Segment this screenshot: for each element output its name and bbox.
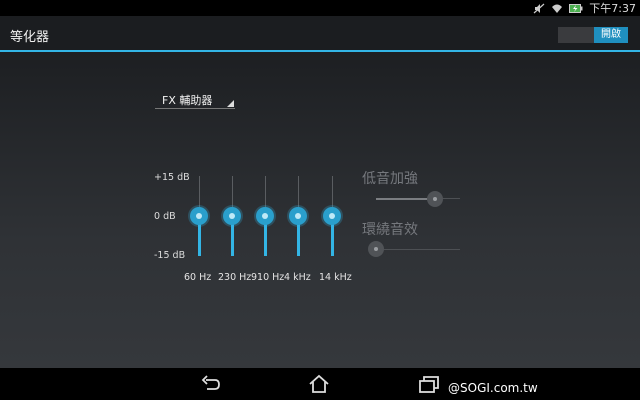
mute-icon [533, 3, 545, 13]
eq-band-label: 910 Hz [251, 272, 285, 283]
eq-band-label: 60 Hz [184, 272, 212, 283]
virtualizer-label: 環繞音效 [362, 222, 418, 238]
db-mid-label: 0 dB [154, 211, 176, 222]
eq-band-label: 14 kHz [319, 272, 352, 283]
dropdown-arrow-icon [227, 100, 234, 107]
eq-band-knob[interactable] [289, 207, 307, 225]
toggle-on-label: 開啟 [594, 27, 628, 43]
bass-boost-knob[interactable] [426, 191, 443, 207]
virtualizer-knob[interactable] [368, 241, 384, 257]
virtualizer-track [376, 249, 460, 250]
bass-boost-fill [376, 198, 435, 200]
db-max-label: +15 dB [154, 172, 190, 183]
equalizer-panel [0, 52, 640, 368]
preset-label: FX 輔助器 [162, 94, 213, 107]
action-bar: 等化器 開啟 [0, 16, 640, 52]
back-icon[interactable] [200, 374, 222, 394]
eq-band-knob[interactable] [323, 207, 341, 225]
clock: 下午7:37 [589, 2, 636, 15]
battery-charging-icon [569, 3, 583, 13]
equalizer-toggle[interactable]: 開啟 [558, 27, 628, 43]
wifi-icon [552, 4, 563, 13]
app-title: 等化器 [10, 30, 50, 45]
bass-boost-label: 低音加強 [362, 171, 418, 187]
eq-band-knob[interactable] [223, 207, 241, 225]
watermark: @SOGI.com.tw [448, 381, 538, 395]
preset-dropdown[interactable]: FX 輔助器 [155, 90, 235, 109]
eq-band-knob[interactable] [190, 207, 208, 225]
eq-band-knob[interactable] [256, 207, 274, 225]
status-bar: 下午7:37 [0, 0, 640, 16]
home-icon[interactable] [308, 374, 330, 394]
recent-apps-icon[interactable] [418, 374, 440, 394]
db-min-label: -15 dB [154, 250, 186, 261]
eq-band-label: 230 Hz [218, 272, 252, 283]
eq-band-label: 4 kHz [284, 272, 311, 283]
navigation-bar [0, 368, 640, 400]
